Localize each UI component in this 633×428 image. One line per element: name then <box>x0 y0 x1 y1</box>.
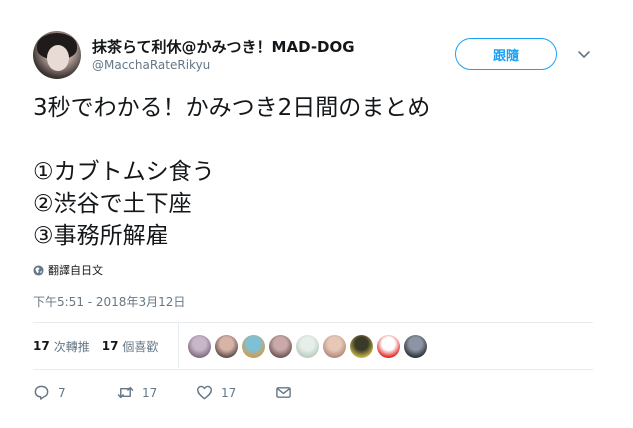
tweet-line-1: ①カブトムシ食う <box>33 159 215 185</box>
liker-avatar-8[interactable] <box>377 335 400 358</box>
user-handle[interactable]: @MacchaRateRikyu <box>92 58 210 72</box>
reply-action[interactable]: 7 <box>33 384 66 401</box>
tweet-line-2: ②渋谷で土下座 <box>33 191 192 217</box>
user-avatar[interactable] <box>33 31 81 79</box>
envelope-icon <box>276 387 291 398</box>
retweet-icon <box>117 386 134 399</box>
follow-button[interactable]: 跟隨 <box>455 38 557 70</box>
liker-avatar-9[interactable] <box>404 335 427 358</box>
tweet-text: 3秒でわかる！かみつき2日間のまとめ ①カブトムシ食う ②渋谷で土下座 ③事務所… <box>33 92 613 252</box>
like-action[interactable]: 17 <box>196 384 236 401</box>
chevron-down-icon[interactable] <box>576 46 592 62</box>
reply-icon <box>34 385 49 400</box>
liker-avatar-1[interactable] <box>188 335 211 358</box>
like-stat-label[interactable]: 個喜歡 <box>122 338 158 355</box>
reply-count: 7 <box>58 385 66 400</box>
retweet-count: 17 <box>142 385 158 400</box>
tweet-card: 抹茶らて利休@かみつき！MAD-DOG @MacchaRateRikyu 跟隨 … <box>0 0 633 428</box>
retweet-stat-label[interactable]: 次轉推 <box>54 338 90 355</box>
liker-avatars <box>188 335 427 358</box>
divider-bottom <box>33 369 593 370</box>
globe-icon <box>33 264 44 276</box>
display-name[interactable]: 抹茶らて利休@かみつき！MAD-DOG <box>92 36 355 57</box>
tweet-line-headline: 3秒でわかる！かみつき2日間のまとめ <box>33 95 431 121</box>
translate-link[interactable]: 翻譯自日文 <box>33 262 103 278</box>
dm-action[interactable] <box>275 384 292 401</box>
retweet-stat-count[interactable]: 17 <box>33 339 50 353</box>
divider-top <box>33 322 593 323</box>
stats-separator <box>178 323 179 368</box>
like-stat-count[interactable]: 17 <box>102 339 119 353</box>
liker-avatar-4[interactable] <box>269 335 292 358</box>
tweet-actions: 7 17 17 <box>33 384 353 404</box>
liker-avatar-6[interactable] <box>323 335 346 358</box>
liker-avatar-3[interactable] <box>242 335 265 358</box>
tweet-timestamp[interactable]: 下午5:51 - 2018年3月12日 <box>33 293 185 310</box>
liker-avatar-5[interactable] <box>296 335 319 358</box>
tweet-line-3: ③事務所解雇 <box>33 223 169 249</box>
tweet-stats: 17 次轉推 17 個喜歡 <box>33 336 158 356</box>
translate-label: 翻譯自日文 <box>48 264 103 277</box>
liker-avatar-7[interactable] <box>350 335 373 358</box>
retweet-action[interactable]: 17 <box>117 384 157 401</box>
avatar-face <box>47 45 69 71</box>
liker-avatar-2[interactable] <box>215 335 238 358</box>
heart-icon <box>196 385 213 400</box>
like-count: 17 <box>221 385 237 400</box>
